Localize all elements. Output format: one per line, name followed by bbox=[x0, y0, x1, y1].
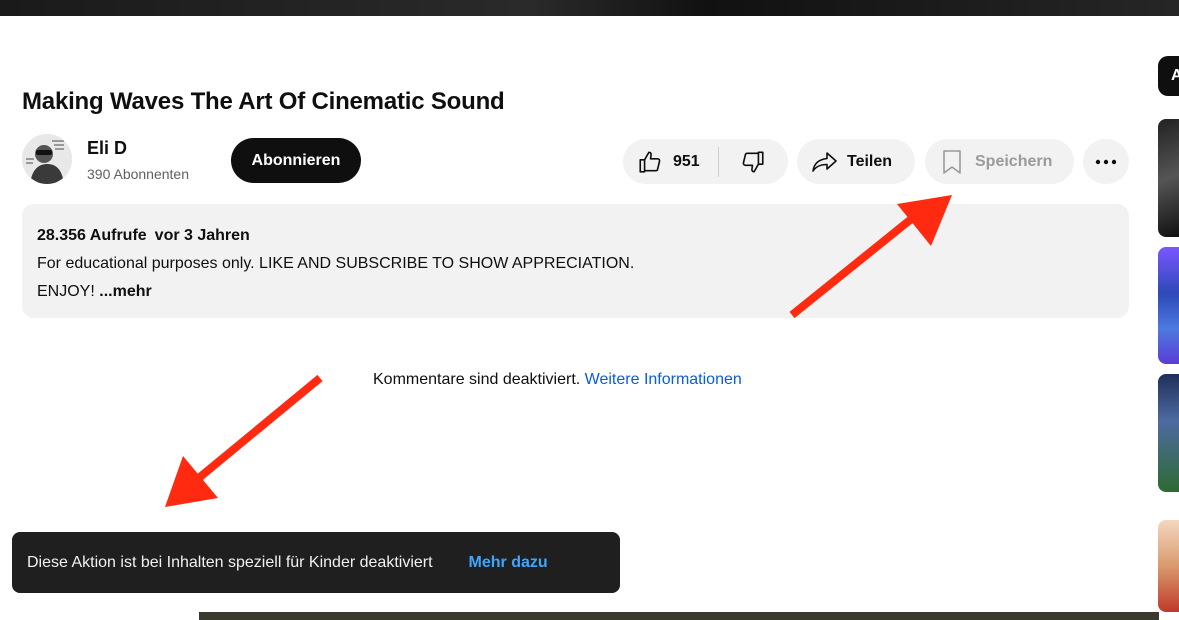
share-arrow-icon bbox=[812, 151, 837, 172]
comments-learn-more-link[interactable]: Weitere Informationen bbox=[585, 371, 742, 388]
like-button[interactable]: 951 bbox=[623, 139, 718, 184]
annotation-arrow-to-toast bbox=[165, 374, 323, 507]
comments-disabled-message: Kommentare sind deaktiviert. Weitere Inf… bbox=[373, 371, 742, 389]
like-count: 951 bbox=[673, 152, 700, 170]
dislike-button[interactable] bbox=[719, 139, 788, 184]
channel-avatar[interactable] bbox=[22, 134, 72, 184]
recommended-video-thumbnail[interactable] bbox=[1158, 520, 1179, 612]
more-actions-button[interactable] bbox=[1083, 139, 1129, 184]
recommended-video-thumbnail[interactable] bbox=[1158, 247, 1179, 364]
description-line-2-wrap: ENJOY! ...mehr bbox=[37, 278, 1114, 306]
description-line-1: For educational purposes only. LIKE AND … bbox=[37, 255, 635, 272]
comments-disabled-text: Kommentare sind deaktiviert. bbox=[373, 371, 581, 388]
upload-age: vor 3 Jahren bbox=[154, 227, 250, 244]
right-rail-recommendations: A bbox=[1158, 0, 1179, 620]
recommended-video-thumbnail[interactable] bbox=[1158, 119, 1179, 237]
save-label: Speichern bbox=[975, 152, 1053, 170]
more-horizontal-icon bbox=[1095, 159, 1117, 164]
description-more-link[interactable]: ...mehr bbox=[99, 283, 151, 300]
bookmark-icon bbox=[943, 149, 961, 174]
description-meta: 28.356 Aufrufe vor 3 Jahren bbox=[37, 222, 1114, 250]
share-button[interactable]: Teilen bbox=[797, 139, 915, 184]
snackbar-toast: Diese Aktion ist bei Inhalten speziell f… bbox=[12, 532, 620, 593]
video-title: Making Waves The Art Of Cinematic Sound bbox=[22, 88, 505, 115]
recommended-video-thumbnail[interactable] bbox=[1158, 374, 1179, 492]
like-dislike-group: 951 bbox=[623, 139, 788, 184]
subscriber-count: 390 Abonnenten bbox=[87, 166, 189, 182]
toast-learn-more-button[interactable]: Mehr dazu bbox=[469, 554, 548, 572]
rail-filter-chip[interactable]: A bbox=[1158, 56, 1179, 96]
description-box[interactable]: 28.356 Aufrufe vor 3 Jahren For education… bbox=[22, 204, 1129, 318]
share-label: Teilen bbox=[847, 152, 893, 170]
toast-message: Diese Aktion ist bei Inhalten speziell f… bbox=[27, 553, 433, 571]
subscribe-button[interactable]: Abonnieren bbox=[231, 138, 361, 183]
next-section-edge bbox=[199, 612, 1159, 620]
channel-name[interactable]: Eli D bbox=[87, 138, 127, 159]
thumbs-up-icon bbox=[639, 150, 661, 173]
description-line-2: ENJOY! bbox=[37, 283, 95, 300]
view-count: 28.356 Aufrufe bbox=[37, 227, 147, 244]
thumbs-down-icon bbox=[742, 150, 764, 173]
save-button[interactable]: Speichern bbox=[925, 139, 1074, 184]
video-player-bottom-edge bbox=[0, 0, 1179, 16]
